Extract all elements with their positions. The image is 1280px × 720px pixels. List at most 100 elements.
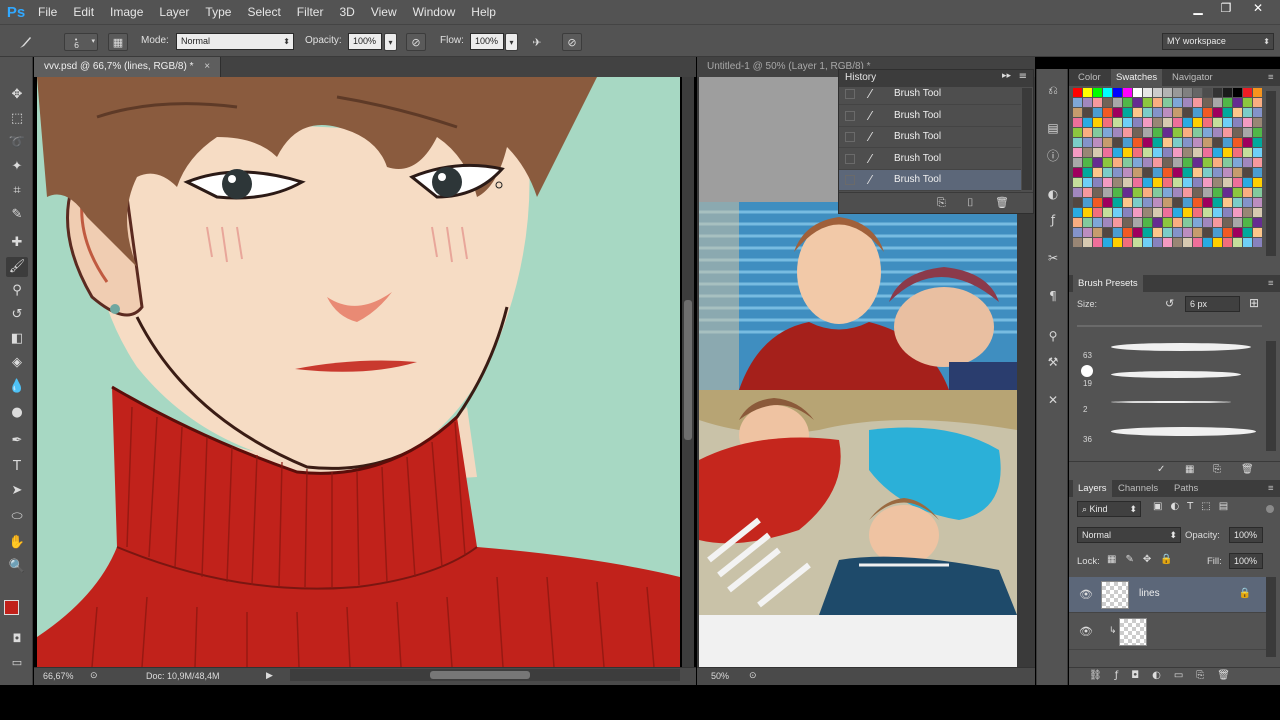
color-swatch[interactable]: [1213, 188, 1222, 197]
color-swatch[interactable]: [1203, 88, 1212, 97]
color-swatch[interactable]: [1103, 98, 1112, 107]
color-swatch[interactable]: [1123, 238, 1132, 247]
color-swatch[interactable]: [1123, 168, 1132, 177]
color-swatch[interactable]: [1203, 228, 1212, 237]
color-swatch[interactable]: [1173, 218, 1182, 227]
history-snapshot-checkbox[interactable]: [845, 89, 855, 99]
color-swatch[interactable]: [1073, 128, 1082, 137]
color-swatch[interactable]: [1113, 238, 1122, 247]
color-swatch[interactable]: [1223, 118, 1232, 127]
color-swatch[interactable]: [1173, 118, 1182, 127]
color-swatch[interactable]: [1233, 98, 1242, 107]
color-swatch[interactable]: [1193, 158, 1202, 167]
color-swatch[interactable]: [1243, 88, 1252, 97]
close-tab-icon[interactable]: ×: [204, 61, 210, 72]
history-snapshot-checkbox[interactable]: [845, 132, 855, 142]
color-swatch[interactable]: [1133, 128, 1142, 137]
color-swatch[interactable]: [1203, 148, 1212, 157]
flow-dropdown-icon[interactable]: ▾: [505, 33, 518, 51]
color-swatch[interactable]: [1153, 98, 1162, 107]
color-swatch[interactable]: [1173, 168, 1182, 177]
pressure-opacity-icon[interactable]: ⊘: [406, 33, 426, 51]
color-swatch[interactable]: [1183, 208, 1192, 217]
color-swatch[interactable]: [1073, 158, 1082, 167]
color-swatch[interactable]: [1073, 198, 1082, 207]
color-swatch[interactable]: [1143, 198, 1152, 207]
layer-opacity-input[interactable]: 100%: [1229, 527, 1263, 543]
color-swatch[interactable]: [1203, 98, 1212, 107]
color-swatch[interactable]: [1183, 168, 1192, 177]
pen-tool-icon[interactable]: ✒: [6, 431, 28, 451]
color-swatch[interactable]: [1113, 98, 1122, 107]
color-swatch[interactable]: [1243, 158, 1252, 167]
color-swatch[interactable]: [1133, 168, 1142, 177]
color-swatch[interactable]: [1193, 168, 1202, 177]
color-swatch[interactable]: [1233, 128, 1242, 137]
color-swatch[interactable]: [1083, 88, 1092, 97]
lasso-tool-icon[interactable]: ➰: [6, 133, 28, 153]
brush-tool-preset-icon[interactable]: [16, 33, 36, 51]
create-new-preset-icon[interactable]: ⊞: [1249, 296, 1259, 310]
color-swatch[interactable]: [1183, 198, 1192, 207]
color-swatch[interactable]: [1203, 128, 1212, 137]
color-swatch[interactable]: [1223, 178, 1232, 187]
color-swatch[interactable]: [1153, 118, 1162, 127]
color-swatch[interactable]: [1233, 88, 1242, 97]
color-swatch[interactable]: [1223, 108, 1232, 117]
color-swatch[interactable]: [1113, 128, 1122, 137]
color-swatch[interactable]: [1143, 138, 1152, 147]
panel-menu-icon[interactable]: ≡: [1019, 71, 1027, 82]
tab-brush-presets[interactable]: Brush Presets: [1073, 275, 1143, 292]
color-swatch[interactable]: [1253, 228, 1262, 237]
color-swatch[interactable]: [1193, 148, 1202, 157]
color-swatch[interactable]: [1093, 158, 1102, 167]
color-swatch[interactable]: [1133, 138, 1142, 147]
color-swatch[interactable]: [1073, 98, 1082, 107]
color-swatch[interactable]: [1223, 208, 1232, 217]
color-swatch[interactable]: [1243, 168, 1252, 177]
color-swatch[interactable]: [1163, 108, 1172, 117]
color-swatch[interactable]: [1113, 208, 1122, 217]
color-swatch[interactable]: [1103, 188, 1112, 197]
color-swatch[interactable]: [1113, 188, 1122, 197]
color-swatch[interactable]: [1173, 238, 1182, 247]
color-swatch[interactable]: [1163, 218, 1172, 227]
brush-presets-scrollbar[interactable]: [1266, 341, 1276, 451]
color-swatch[interactable]: [1203, 158, 1212, 167]
color-swatch[interactable]: [1173, 98, 1182, 107]
foreground-color-swatch[interactable]: [4, 600, 19, 615]
brush-panel-icon[interactable]: ✂: [1044, 249, 1062, 267]
color-swatch[interactable]: [1103, 118, 1112, 127]
color-swatch[interactable]: [1153, 228, 1162, 237]
brush-tool-icon[interactable]: 🖌: [6, 257, 28, 277]
menu-filter[interactable]: Filter: [289, 0, 332, 24]
color-swatch[interactable]: [1163, 228, 1172, 237]
color-swatch[interactable]: [1083, 118, 1092, 127]
color-swatch[interactable]: [1093, 108, 1102, 117]
menu-layer[interactable]: Layer: [151, 0, 197, 24]
color-swatch[interactable]: [1153, 148, 1162, 157]
color-swatch[interactable]: [1213, 138, 1222, 147]
layer-filter-kind-select[interactable]: ⌕ Kind ⬍: [1077, 501, 1141, 517]
color-swatch[interactable]: [1243, 138, 1252, 147]
color-swatch[interactable]: [1093, 88, 1102, 97]
color-swatch[interactable]: [1083, 98, 1092, 107]
menu-3d[interactable]: 3D: [331, 0, 362, 24]
history-item-selected[interactable]: ⁄ Brush Tool: [839, 170, 1021, 191]
color-swatch[interactable]: [1143, 188, 1152, 197]
color-swatch[interactable]: [1163, 178, 1172, 187]
color-swatch[interactable]: [1183, 138, 1192, 147]
color-swatch[interactable]: [1243, 218, 1252, 227]
color-swatch[interactable]: [1083, 188, 1092, 197]
info-panel-icon[interactable]: ⓘ: [1044, 147, 1062, 165]
color-swatch[interactable]: [1153, 218, 1162, 227]
color-swatch[interactable]: [1233, 178, 1242, 187]
color-swatch[interactable]: [1143, 98, 1152, 107]
visibility-eye-icon[interactable]: 👁: [1079, 625, 1093, 638]
tab-channels[interactable]: Channels: [1113, 480, 1163, 497]
color-swatch[interactable]: [1173, 208, 1182, 217]
layer-row-lines[interactable]: 👁 lines 🔒: [1069, 577, 1267, 613]
quick-mask-icon[interactable]: ◘: [6, 629, 28, 649]
color-swatch[interactable]: [1093, 128, 1102, 137]
color-swatch[interactable]: [1173, 128, 1182, 137]
